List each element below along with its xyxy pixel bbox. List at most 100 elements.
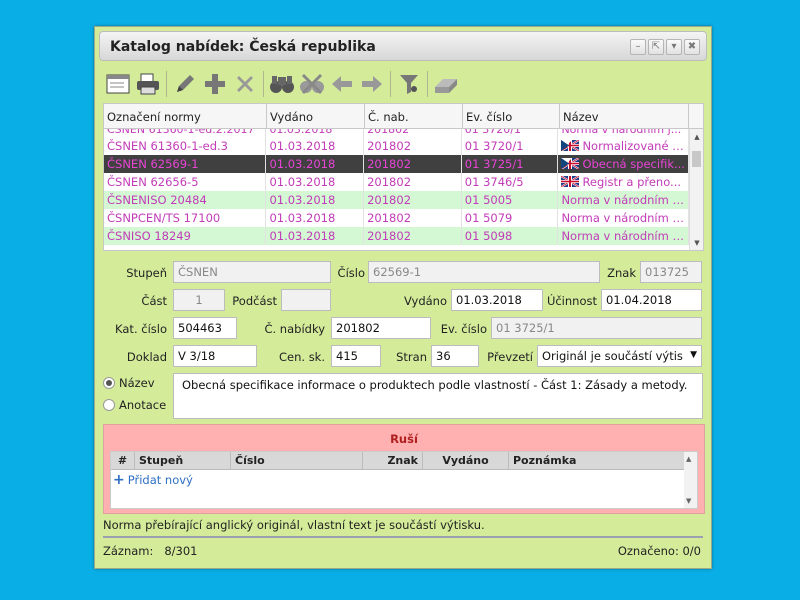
table-cell: Normalizované t... — [558, 137, 689, 155]
toolbar-separator — [427, 71, 428, 97]
prevzeti-select[interactable]: Originál je součástí výtis — [537, 345, 702, 367]
c-nabidky-field[interactable]: 201802 — [331, 317, 431, 339]
scroll-up-icon[interactable]: ▲ — [690, 133, 703, 141]
view-icon[interactable] — [103, 69, 133, 99]
table-cell: Norma v národním j... — [558, 191, 689, 209]
edit-icon[interactable] — [170, 69, 200, 99]
table-row[interactable]: ČSNEN 62656-5 01.03.2018 201802 01 3746/5 Re… — [104, 173, 689, 191]
column-header[interactable]: Číslo — [231, 452, 363, 469]
cell-text: 201802 — [367, 211, 412, 225]
nazev-textarea[interactable]: Obecná specifikace informace o produktec… — [173, 373, 703, 419]
kat-cislo-field[interactable]: 504463 — [173, 317, 237, 339]
cell-text: 201802 — [367, 129, 410, 136]
cen-sk-label: Cen. sk. — [278, 350, 325, 364]
cell-text: 01 5098 — [464, 229, 513, 243]
cast-label: Část — [141, 294, 167, 308]
rusi-title: Ruší — [390, 432, 418, 446]
cislo-field[interactable]: 62569-1 — [368, 261, 600, 283]
cell-text: 01.03.2018 — [269, 139, 336, 153]
table-cell: 01 3720/1 — [462, 129, 559, 137]
table-row-selected[interactable]: ČSNEN 62569-1 01.03.2018 201802 01 3725/1 Ob… — [104, 155, 689, 173]
column-header[interactable]: Vydáno — [423, 452, 509, 469]
find-icon[interactable] — [267, 69, 297, 99]
eraser-icon[interactable] — [431, 69, 461, 99]
delete-icon[interactable] — [230, 69, 260, 99]
toolbar — [103, 67, 703, 101]
column-header[interactable]: Vydáno — [267, 104, 365, 128]
table-row[interactable]: ČSNENISO 20484 01.03.2018 201802 01 5005 Nor… — [104, 191, 689, 209]
plus-icon: + — [113, 472, 125, 488]
column-header[interactable]: Poznámka — [509, 452, 685, 469]
scroll-down-icon[interactable]: ▼ — [690, 239, 703, 247]
grid-scrollbar[interactable]: ▲ ▼ — [689, 129, 703, 250]
table-cell: 01.03.2018 — [266, 191, 365, 209]
stran-field[interactable]: 36 — [431, 345, 479, 367]
cell-text: Norma v národním j... — [561, 129, 682, 136]
toolbar-separator — [166, 71, 167, 97]
minimize-button[interactable]: – — [630, 39, 646, 55]
flag-gb-icon — [561, 175, 582, 189]
scroll-down-icon[interactable]: ▼ — [686, 497, 691, 505]
print-icon[interactable] — [133, 69, 163, 99]
title-bar: Katalog nabídek: Česká republika – ⇱ ▾ ✖ — [99, 31, 707, 61]
table-cell: ČSNEN 62569-1 — [104, 155, 267, 173]
table-row[interactable]: ČSNEN 61360-1-ed.2:2017 01.03.2018 201802 0… — [104, 129, 689, 137]
rusi-scrollbar[interactable]: ▲ ▼ — [684, 452, 697, 508]
podcast-field[interactable] — [281, 289, 331, 311]
column-header[interactable]: Znak — [363, 452, 423, 469]
ev-cislo-label: Ev. číslo — [440, 322, 487, 336]
radio-nazev[interactable] — [103, 377, 115, 389]
add-new-link[interactable]: + Přidat nový — [113, 472, 193, 488]
table-cell: 01 5098 — [462, 227, 559, 245]
cislo-label: Číslo — [337, 266, 365, 280]
add-icon[interactable] — [200, 69, 230, 99]
column-header[interactable]: Ev. číslo — [463, 104, 560, 128]
flag-cz-gb-icon — [561, 157, 582, 171]
menu-button[interactable]: ▾ — [666, 39, 682, 55]
ev-cislo-field[interactable]: 01 3725/1 — [491, 317, 702, 339]
find-cancel-icon[interactable] — [297, 69, 327, 99]
cell-text: 01.03.2018 — [269, 129, 333, 136]
column-header[interactable]: Označení normy — [104, 104, 267, 128]
radio-anotace-label: Anotace — [119, 398, 167, 412]
flag-cz-gb-icon — [561, 139, 582, 153]
cen-sk-field[interactable]: 415 — [331, 345, 381, 367]
cast-field[interactable]: 1 — [173, 289, 225, 311]
vydano-field[interactable]: 01.03.2018 — [451, 289, 543, 311]
znak-field[interactable]: 013725 — [640, 261, 702, 283]
toolbar-separator — [390, 71, 391, 97]
forward-icon[interactable] — [357, 69, 387, 99]
stupen-field[interactable]: ČSNEN — [173, 261, 331, 283]
cell-text: 201802 — [367, 139, 412, 153]
table-cell: Registr a přeno... — [558, 173, 689, 191]
back-icon[interactable] — [327, 69, 357, 99]
column-header[interactable]: Stupeň — [135, 452, 231, 469]
cell-text: ČSNENISO 20484 — [107, 193, 207, 207]
column-header[interactable]: Název — [560, 104, 689, 128]
table-cell: 01.03.2018 — [266, 173, 365, 191]
table-row[interactable]: ČSNISO 18249 01.03.2018 201802 01 5098 Norma… — [104, 227, 689, 245]
znak-label: Znak — [607, 266, 636, 280]
note-text: Norma přebírající anglický originál, vla… — [103, 518, 485, 532]
table-cell: ČSNPCEN/TS 17100 — [104, 209, 267, 227]
filter-icon[interactable] — [394, 69, 424, 99]
table-cell: 01 3746/5 — [462, 173, 559, 191]
c-nabidky-label: Č. nabídky — [264, 322, 325, 336]
restore-button[interactable]: ⇱ — [648, 39, 664, 55]
column-header[interactable]: # — [111, 452, 135, 469]
cell-text: 01.03.2018 — [269, 157, 336, 171]
close-button[interactable]: ✖ — [684, 39, 700, 55]
table-row[interactable]: ČSNEN 61360-1-ed.3 01.03.2018 201802 01 372… — [104, 137, 689, 155]
doklad-field[interactable]: V 3/18 — [173, 345, 257, 367]
scroll-up-icon[interactable]: ▲ — [686, 455, 691, 463]
table-row[interactable]: ČSNPCEN/TS 17100 01.03.2018 201802 01 5079 N… — [104, 209, 689, 227]
cell-text: 201802 — [367, 229, 412, 243]
ucinnost-field[interactable]: 01.04.2018 — [601, 289, 702, 311]
column-header[interactable]: Č. nab. — [365, 104, 463, 128]
radio-anotace[interactable] — [103, 399, 115, 411]
catalog-window: Katalog nabídek: Česká republika – ⇱ ▾ ✖ — [94, 26, 712, 569]
scroll-thumb[interactable] — [692, 151, 701, 167]
window-controls: – ⇱ ▾ ✖ — [630, 39, 700, 55]
table-cell: 201802 — [364, 129, 462, 137]
table-cell: 01.03.2018 — [266, 209, 365, 227]
